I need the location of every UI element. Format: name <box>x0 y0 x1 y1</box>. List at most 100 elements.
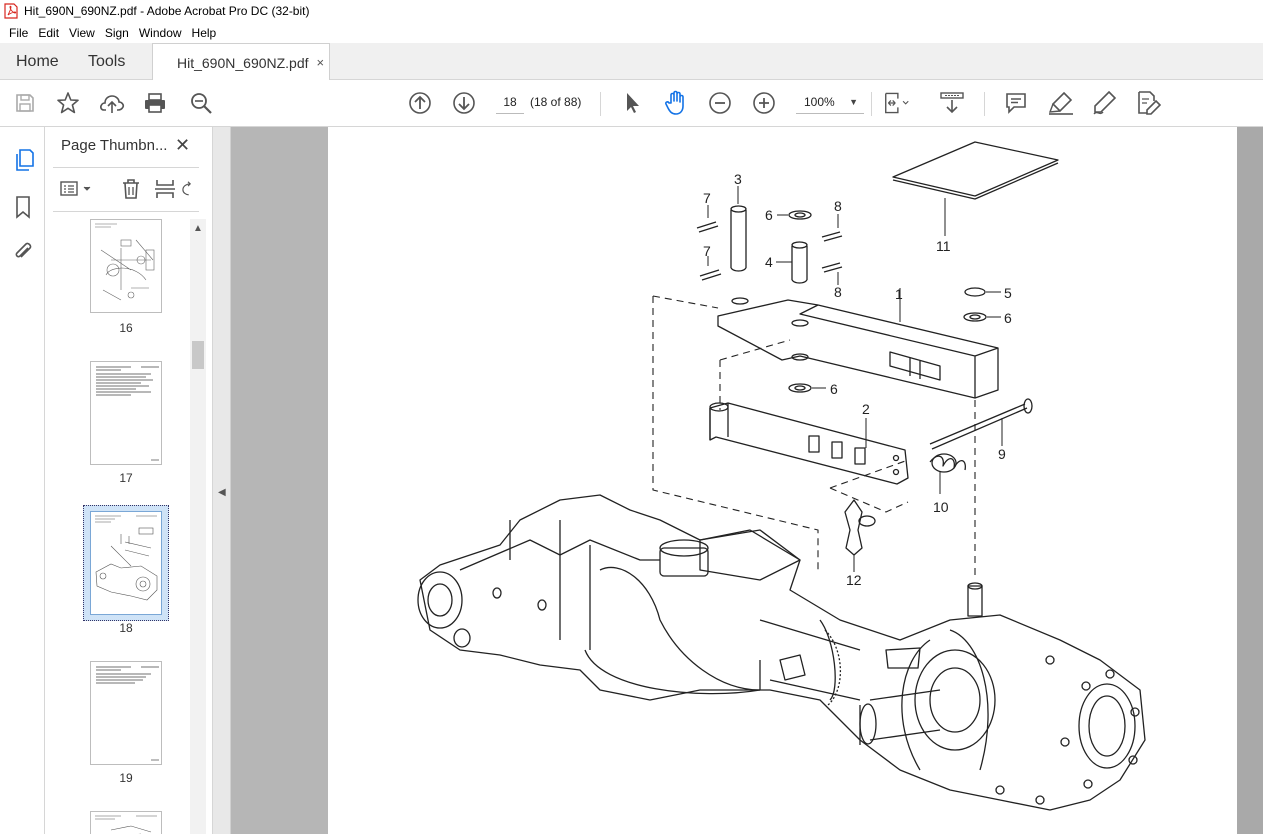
toolbar-separator <box>600 92 601 116</box>
tab-tools[interactable]: Tools <box>72 43 141 80</box>
part-pin-long <box>730 210 747 268</box>
thumbnail-page-image <box>96 366 159 461</box>
edit-pdf-icon[interactable] <box>1135 90 1161 116</box>
callout-label: 8 <box>834 284 842 300</box>
zoom-value: 100% <box>804 95 835 109</box>
thumbnail-page-image <box>96 666 159 761</box>
callout-label: 8 <box>834 198 842 214</box>
zoom-select[interactable]: 100% ▼ <box>796 90 864 114</box>
callout-label: 4 <box>765 254 773 270</box>
insert-page-icon[interactable] <box>152 177 178 201</box>
menu-view[interactable]: View <box>64 26 100 40</box>
panel-title: Page Thumbn... <box>61 137 168 154</box>
attachment-icon[interactable] <box>10 239 36 265</box>
toolbar-separator <box>871 92 872 116</box>
toolbar-separator <box>984 92 985 116</box>
page-thumbnails-icon[interactable] <box>10 147 36 173</box>
callout-label: 2 <box>862 401 870 417</box>
page-down-icon[interactable] <box>451 90 477 116</box>
select-cursor-icon[interactable] <box>619 90 645 116</box>
callout-labels: 1 2 3 4 5 6 6 6 7 7 8 8 9 10 11 12 <box>703 171 1012 588</box>
hand-icon[interactable] <box>663 90 689 116</box>
callout-label: 12 <box>846 572 862 588</box>
thumbnail-page-image <box>95 223 155 301</box>
exploded-parts-diagram: 1 2 3 4 5 6 6 6 7 7 8 8 9 10 11 12 <box>417 141 1146 811</box>
callout-label: 11 <box>936 238 951 254</box>
menu-window[interactable]: Window <box>134 26 187 40</box>
part-axle-housing <box>417 494 1146 811</box>
menu-sign[interactable]: Sign <box>100 26 134 40</box>
thumbnail-page-image <box>95 515 158 601</box>
callout-label: 9 <box>998 446 1006 462</box>
close-tab-icon[interactable]: × <box>317 55 325 70</box>
panel-close-icon[interactable]: ✕ <box>175 135 190 156</box>
tab-home[interactable]: Home <box>0 43 75 80</box>
bookmark-icon[interactable] <box>10 194 36 220</box>
thumbnail-scrollbar[interactable]: ▲ <box>190 219 206 834</box>
fit-page-icon[interactable] <box>884 90 910 116</box>
thumbnail-options-icon[interactable] <box>59 177 93 201</box>
menu-help[interactable]: Help <box>187 26 222 40</box>
thumbnail-page-image <box>95 815 157 834</box>
document-scrollbar[interactable] <box>1237 127 1263 834</box>
scroll-mode-icon[interactable] <box>939 90 965 116</box>
menu-file[interactable]: File <box>4 26 33 40</box>
document-tab-label: Hit_690N_690NZ.pdf <box>177 54 309 71</box>
save-icon[interactable] <box>12 90 38 116</box>
part-spring <box>929 455 966 471</box>
page-up-icon[interactable] <box>407 90 433 116</box>
tab-bar: Home Tools Hit_690N_690NZ.pdf × <box>0 43 1263 81</box>
collapse-arrow-icon: ◀ <box>218 487 226 498</box>
panel-collapse-handle[interactable]: ◀ <box>213 127 231 834</box>
page-number-input[interactable]: 18 <box>496 90 524 114</box>
callout-label: 6 <box>765 207 773 223</box>
part-pin-short <box>791 246 808 280</box>
thumbnail-label: 19 <box>119 771 133 785</box>
comment-icon[interactable] <box>1003 90 1029 116</box>
main-toolbar <box>0 80 1263 127</box>
zoom-in-icon[interactable] <box>751 90 777 116</box>
part-plate <box>892 141 1059 197</box>
chevron-down-icon: ▼ <box>849 97 858 107</box>
thumbnail-page-20[interactable] <box>90 811 162 834</box>
thumbnail-page-17[interactable] <box>90 361 162 465</box>
zoom-out-icon[interactable] <box>707 90 733 116</box>
pdf-page: 1 2 3 4 5 6 6 6 7 7 8 8 9 10 11 12 <box>328 127 1238 834</box>
part-handle-knob <box>844 499 863 556</box>
callout-label: 10 <box>933 499 949 515</box>
callout-label: 6 <box>830 381 838 397</box>
panel-divider <box>53 167 199 168</box>
document-viewer[interactable]: 1 2 3 4 5 6 6 6 7 7 8 8 9 10 11 12 <box>231 127 1263 834</box>
delete-page-icon[interactable] <box>118 177 144 201</box>
print-icon[interactable] <box>142 90 168 116</box>
sign-icon[interactable] <box>1091 90 1117 116</box>
thumbnail-page-16[interactable] <box>90 219 162 313</box>
tab-document[interactable]: Hit_690N_690NZ.pdf × <box>152 43 330 81</box>
highlight-icon[interactable] <box>1048 90 1074 116</box>
callout-label: 1 <box>895 286 903 302</box>
upload-icon[interactable] <box>99 90 125 116</box>
thumbnail-label: 18 <box>119 621 133 635</box>
menu-edit[interactable]: Edit <box>33 26 64 40</box>
chevron-up-icon[interactable]: ▲ <box>193 223 203 234</box>
title-bar: Hit_690N_690NZ.pdf - Adobe Acrobat Pro D… <box>0 0 1263 22</box>
left-rail <box>0 127 45 834</box>
callout-label: 3 <box>734 171 742 187</box>
page-thumbnails-panel: Page Thumbn... ✕ 16 17 18 19 ▲ <box>45 127 213 834</box>
thumbnail-label: 17 <box>119 471 133 485</box>
thumbnail-label: 16 <box>119 321 133 335</box>
thumbnail-page-19[interactable] <box>90 661 162 765</box>
panel-divider <box>53 211 199 212</box>
callout-label: 7 <box>703 190 711 206</box>
callout-label: 6 <box>1004 310 1012 326</box>
callout-label: 5 <box>1004 285 1012 301</box>
page-count: (18 of 88) <box>530 95 582 109</box>
rotate-page-icon[interactable] <box>180 177 196 201</box>
callout-label: 7 <box>703 243 711 259</box>
window-title: Hit_690N_690NZ.pdf - Adobe Acrobat Pro D… <box>24 4 310 18</box>
thumbnail-page-18[interactable] <box>90 511 162 615</box>
star-icon[interactable] <box>55 90 81 116</box>
scrollbar-thumb[interactable] <box>192 341 204 369</box>
zoom-search-icon[interactable] <box>188 90 214 116</box>
menu-bar: File Edit View Sign Window Help <box>0 22 1263 43</box>
